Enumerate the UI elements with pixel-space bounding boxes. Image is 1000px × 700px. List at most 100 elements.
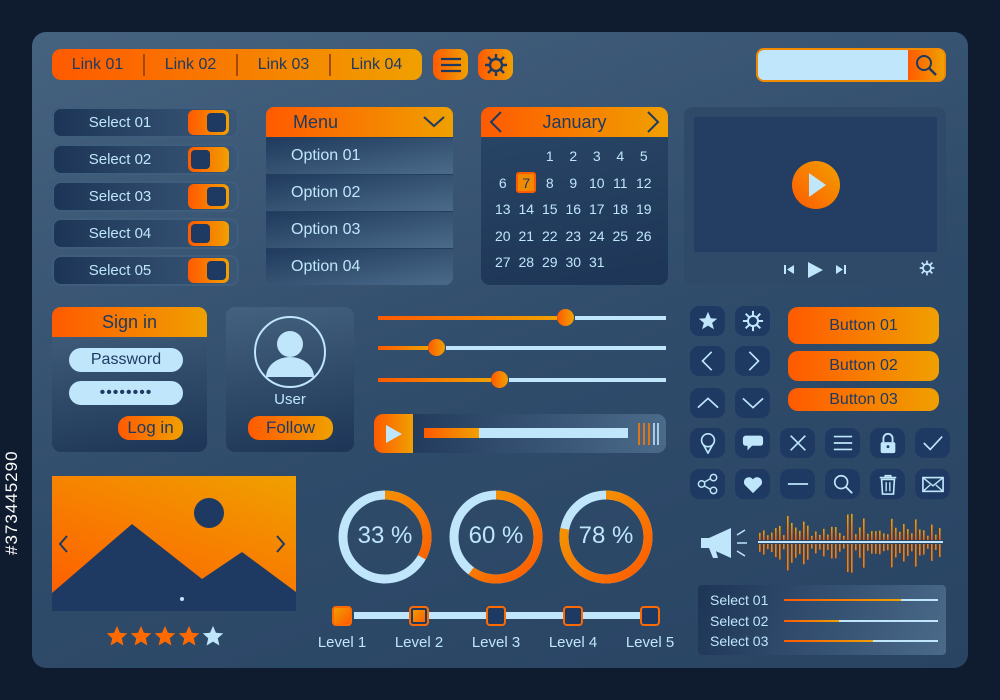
level-step[interactable] [640, 606, 660, 626]
calendar-day[interactable]: 12 [632, 170, 656, 197]
toggle-switch[interactable] [188, 147, 229, 172]
settings-button[interactable] [478, 49, 513, 80]
toggle-switch[interactable] [188, 110, 229, 135]
calendar-day[interactable]: 6 [491, 170, 515, 197]
menu-option[interactable]: Option 01 [266, 137, 453, 174]
play-icon[interactable] [808, 262, 823, 278]
calendar-day[interactable]: 13 [491, 196, 515, 223]
calendar-day[interactable]: 28 [515, 249, 539, 276]
calendar-day[interactable]: 17 [585, 196, 609, 223]
skip-back-icon[interactable] [784, 265, 794, 274]
calendar-day[interactable]: 19 [632, 196, 656, 223]
carousel-dot[interactable] [172, 597, 176, 601]
gear-button[interactable] [735, 306, 770, 336]
menu-option[interactable]: Option 03 [266, 211, 453, 248]
button-03[interactable]: Button 03 [788, 388, 939, 411]
carousel-dot[interactable] [156, 597, 160, 601]
play-icon[interactable] [791, 160, 841, 210]
chevron-down-button[interactable] [735, 388, 770, 418]
calendar-day[interactable]: 31 [585, 249, 609, 276]
select-bar[interactable] [784, 640, 938, 643]
star-button[interactable] [690, 306, 725, 336]
trash-button[interactable] [870, 469, 905, 499]
calendar-day[interactable]: 29 [538, 249, 562, 276]
carousel-dot[interactable] [148, 597, 152, 601]
menu-header[interactable]: Menu [266, 107, 453, 137]
heart-button[interactable] [735, 469, 770, 499]
volume-bars-icon[interactable] [637, 423, 659, 445]
mail-button[interactable] [915, 469, 950, 499]
button-02[interactable]: Button 02 [788, 351, 939, 381]
calendar-day[interactable]: 9 [562, 170, 586, 197]
calendar-day[interactable]: 20 [491, 223, 515, 250]
lock-button[interactable] [870, 428, 905, 458]
slider[interactable] [378, 339, 666, 356]
toggle-switch[interactable] [188, 258, 229, 283]
slider-handle[interactable] [490, 371, 508, 388]
check-button[interactable] [915, 428, 950, 458]
calendar-day[interactable]: 21 [515, 223, 539, 250]
calendar-day[interactable]: 3 [585, 143, 609, 170]
calendar-day[interactable]: 4 [609, 143, 633, 170]
search-button[interactable] [825, 469, 860, 499]
calendar-day[interactable]: 10 [585, 170, 609, 197]
calendar-day[interactable]: 23 [562, 223, 586, 250]
chevron-left-button[interactable] [690, 346, 725, 376]
password-field[interactable]: •••••••• [69, 381, 183, 405]
star-rating[interactable] [106, 625, 224, 647]
menu-button[interactable] [433, 49, 468, 80]
calendar-day[interactable]: 11 [609, 170, 633, 197]
level-step[interactable] [409, 606, 429, 626]
close-button[interactable] [780, 428, 815, 458]
map-pin-button[interactable] [690, 428, 725, 458]
calendar-day[interactable]: 22 [538, 223, 562, 250]
calendar-day[interactable]: 30 [562, 249, 586, 276]
slider-handle[interactable] [427, 339, 445, 356]
star-icon[interactable] [130, 625, 152, 647]
star-icon[interactable] [202, 625, 224, 647]
calendar-day[interactable]: 7 [516, 172, 537, 194]
calendar-day[interactable]: 1 [538, 143, 562, 170]
calendar-day[interactable]: 18 [609, 196, 633, 223]
chat-bubble-button[interactable] [735, 428, 770, 458]
chevron-right-icon[interactable] [646, 111, 660, 133]
calendar-day[interactable]: 25 [609, 223, 633, 250]
toggle-switch[interactable] [188, 184, 229, 209]
chevron-up-button[interactable] [690, 388, 725, 418]
level-step[interactable] [486, 606, 506, 626]
share-button[interactable] [690, 469, 725, 499]
slider[interactable] [378, 371, 666, 388]
calendar-day[interactable]: 8 [538, 170, 562, 197]
skip-forward-icon[interactable] [836, 265, 846, 274]
video-screen[interactable] [694, 117, 937, 252]
menu-option[interactable]: Option 04 [266, 248, 453, 285]
media-progress[interactable] [424, 428, 628, 438]
minus-button[interactable] [780, 469, 815, 499]
carousel-dot[interactable] [180, 597, 184, 601]
star-icon[interactable] [178, 625, 200, 647]
calendar-day[interactable]: 5 [632, 143, 656, 170]
calendar-day[interactable]: 27 [491, 249, 515, 276]
toggle-switch[interactable] [188, 221, 229, 246]
follow-button[interactable]: Follow [248, 416, 333, 440]
search-input[interactable] [758, 50, 908, 80]
gear-icon[interactable] [919, 260, 935, 276]
search-button[interactable] [908, 50, 944, 80]
calendar-day[interactable]: 2 [562, 143, 586, 170]
menu-option[interactable]: Option 02 [266, 174, 453, 211]
calendar-day[interactable]: 16 [562, 196, 586, 223]
star-icon[interactable] [106, 625, 128, 647]
media-play-button[interactable] [374, 414, 413, 453]
calendar-day[interactable]: 24 [585, 223, 609, 250]
chevron-left-icon[interactable] [489, 111, 503, 133]
username-field[interactable]: Password [69, 348, 183, 372]
select-bar[interactable] [784, 599, 938, 602]
button-01[interactable]: Button 01 [788, 307, 939, 344]
select-bar[interactable] [784, 619, 938, 622]
calendar-day[interactable]: 26 [632, 223, 656, 250]
nav-link-2[interactable]: Link 02 [143, 53, 236, 76]
calendar-day[interactable]: 14 [515, 196, 539, 223]
chevron-right-button[interactable] [735, 346, 770, 376]
menu-button[interactable] [825, 428, 860, 458]
slider[interactable] [378, 309, 666, 326]
